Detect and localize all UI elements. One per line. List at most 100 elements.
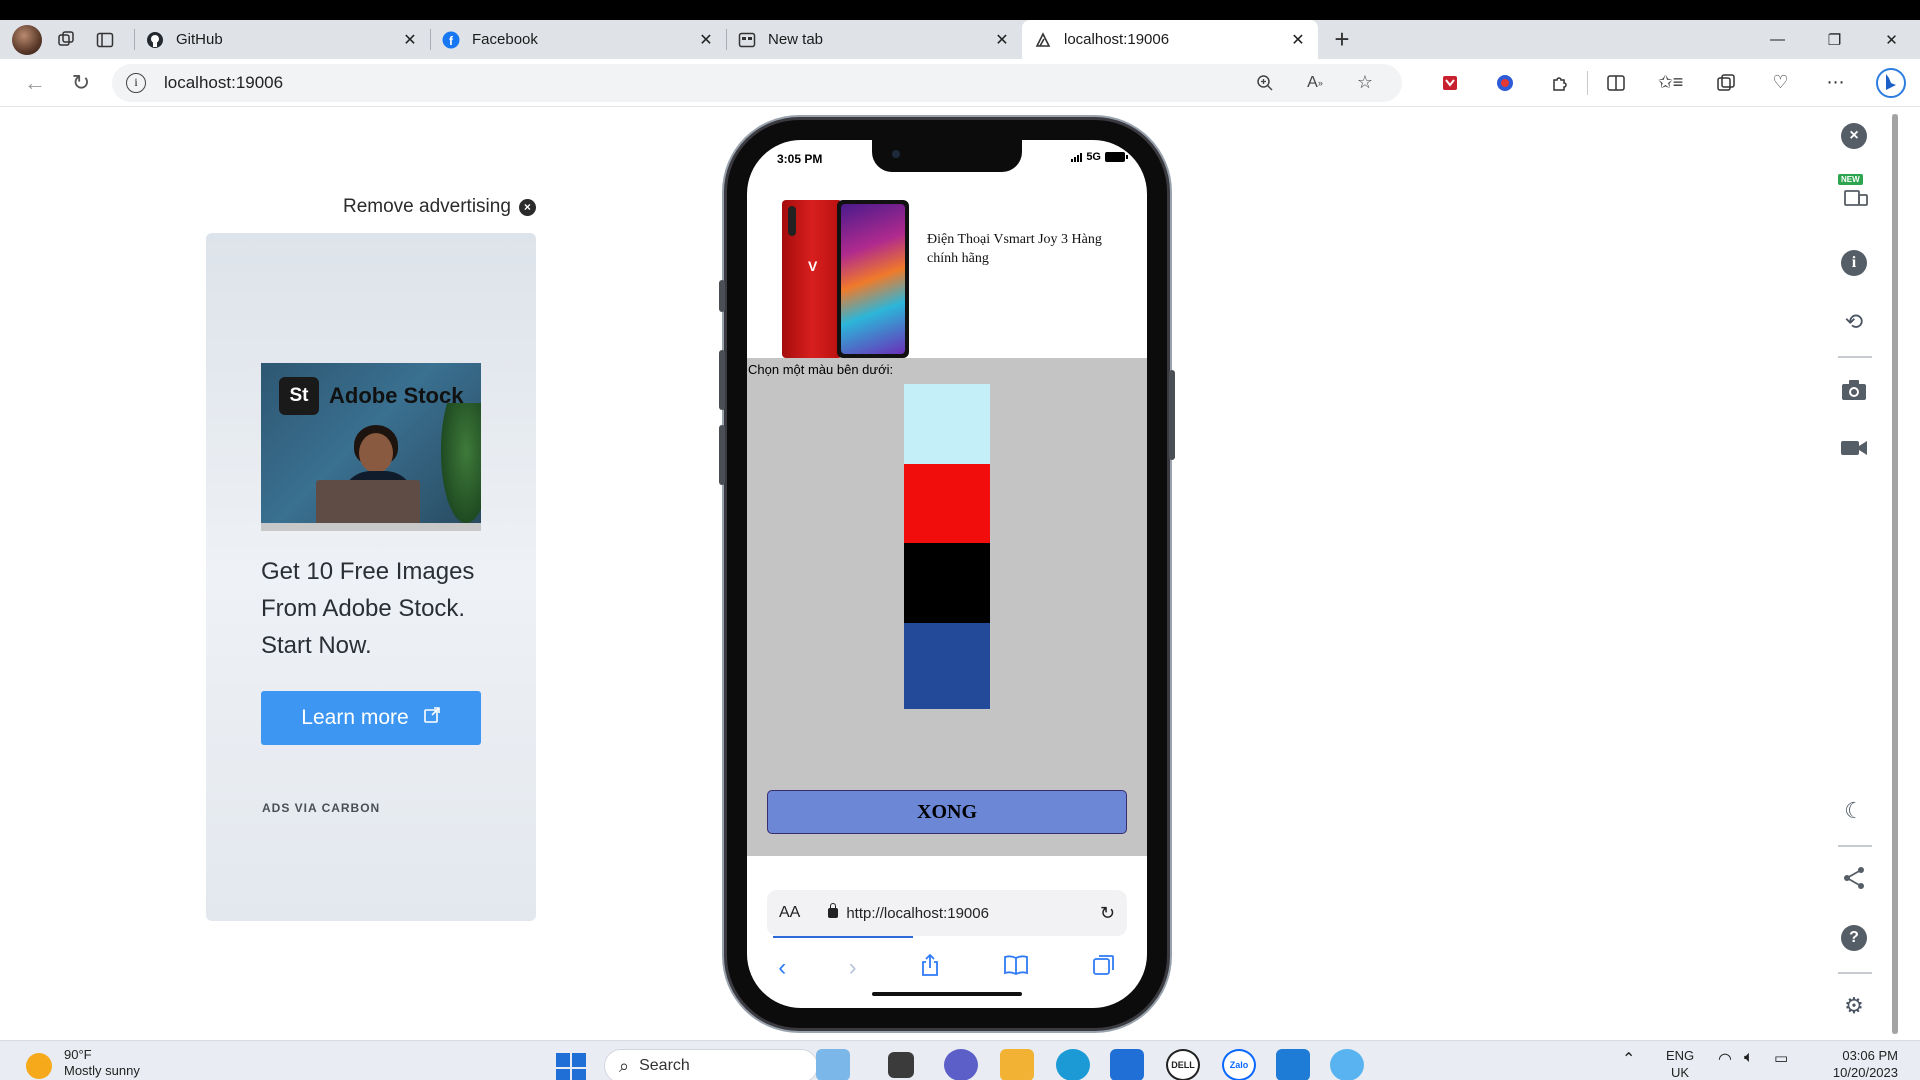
text-size-button[interactable]: AA — [779, 904, 800, 922]
product-image-front — [837, 200, 909, 358]
screenshot-camera-icon[interactable] — [1834, 370, 1874, 410]
newtab-icon — [738, 31, 756, 49]
profile-avatar[interactable] — [12, 24, 42, 55]
close-window-icon[interactable]: ✕ — [1863, 20, 1920, 59]
volume-icon[interactable]: 🔈︎ — [1744, 1049, 1754, 1067]
extensions-puzzle-icon[interactable] — [1532, 65, 1587, 101]
site-info-icon[interactable]: i — [126, 72, 146, 93]
back-icon[interactable]: ← — [12, 65, 58, 101]
task-view-taskbar-icon[interactable] — [888, 1052, 914, 1078]
remove-advertising-link[interactable]: Remove advertising × — [343, 196, 536, 218]
safari-share-icon[interactable] — [919, 953, 941, 984]
settings-gear-icon[interactable]: ⚙ — [1834, 986, 1874, 1026]
tab-facebook[interactable]: f Facebook ✕ — [430, 20, 726, 59]
settings-menu-icon[interactable]: ⋯ — [1808, 65, 1863, 101]
load-progress-bar — [773, 936, 913, 938]
color-swatch-red[interactable] — [904, 464, 990, 550]
ad-headline[interactable]: Get 10 Free Images From Adobe Stock. Sta… — [261, 553, 491, 664]
safari-bookmarks-icon[interactable] — [1003, 954, 1029, 983]
split-screen-icon[interactable] — [1588, 65, 1643, 101]
vscode-taskbar-icon[interactable] — [1276, 1049, 1310, 1080]
ads-via-carbon[interactable]: ADS VIA CARBON — [262, 801, 380, 815]
tab-actions-icon[interactable] — [86, 24, 124, 56]
color-swatch-blue[interactable] — [904, 623, 990, 709]
tab-title: New tab — [768, 31, 824, 48]
new-tab-icon[interactable]: + — [1322, 24, 1362, 56]
learn-more-button[interactable]: Learn more — [261, 691, 481, 745]
lock-icon — [828, 903, 839, 918]
collections-icon[interactable] — [1698, 65, 1753, 101]
taskbar-search[interactable]: ⌕ Search — [604, 1049, 818, 1080]
tab-localhost[interactable]: localhost:19006 ✕ — [1022, 20, 1318, 59]
restore-icon[interactable]: ❐ — [1806, 20, 1863, 59]
page-scrollbar[interactable] — [1892, 114, 1898, 1034]
tab-github[interactable]: GitHub ✕ — [134, 20, 430, 59]
wifi-icon[interactable]: ◠ — [1718, 1049, 1732, 1069]
bing-copilot-icon[interactable] — [1863, 65, 1918, 101]
share-icon[interactable] — [1834, 858, 1874, 898]
safari-forward-icon[interactable]: › — [849, 954, 857, 982]
done-button[interactable]: XONG — [767, 790, 1127, 834]
window-top-strip — [0, 0, 1920, 20]
color-swatch-light-blue[interactable] — [904, 384, 990, 470]
dark-mode-moon-icon[interactable]: ☾ — [1834, 791, 1874, 831]
safari-reload-icon[interactable]: ↻ — [1100, 903, 1115, 924]
product-name: Điện Thoại Vsmart Joy 3 Hàng chính hãng — [927, 232, 1102, 266]
edge-taskbar-icon[interactable] — [1056, 1049, 1090, 1080]
safari-tabs-icon[interactable] — [1092, 953, 1116, 984]
product-image-back: V — [782, 200, 842, 358]
close-circle-icon[interactable]: × — [518, 198, 536, 216]
close-tab-icon[interactable]: ✕ — [400, 30, 420, 50]
info-icon[interactable]: i — [1834, 243, 1874, 283]
close-device-panel-icon[interactable]: × — [1834, 116, 1874, 156]
favorites-icon[interactable]: ✩≡ — [1643, 65, 1698, 101]
learn-more-label: Learn more — [301, 706, 409, 729]
tab-new-tab[interactable]: New tab ✕ — [726, 20, 1022, 59]
file-explorer-taskbar-icon[interactable] — [1000, 1049, 1034, 1080]
close-tab-icon[interactable]: ✕ — [1288, 30, 1308, 50]
weather-temp: 90°F — [64, 1047, 92, 1062]
zalo-taskbar-icon[interactable]: Zalo — [1222, 1049, 1256, 1080]
clock-date: 10/20/2023 — [1832, 1065, 1898, 1080]
battery-icon — [1105, 152, 1128, 162]
reload-icon[interactable]: ↻ — [58, 65, 104, 101]
help-icon[interactable]: ? — [1834, 918, 1874, 958]
color-prompt: Chọn một màu bên dưới: — [748, 362, 894, 377]
taskbar-clock[interactable]: 03:06 PM 10/20/2023 — [1818, 1047, 1898, 1080]
safari-back-icon[interactable]: ‹ — [778, 954, 786, 982]
color-swatch-black[interactable] — [904, 543, 990, 629]
mail-taskbar-icon[interactable] — [1110, 1049, 1144, 1080]
read-aloud-icon[interactable]: A» — [1290, 74, 1340, 92]
close-tab-icon[interactable]: ✕ — [696, 30, 716, 50]
rotate-icon[interactable]: ⟲ — [1834, 302, 1874, 342]
address-bar[interactable]: i localhost:19006 A» ☆ — [112, 63, 1402, 102]
zoom-icon[interactable] — [1240, 74, 1290, 92]
language-indicator[interactable]: ENG UK — [1666, 1047, 1694, 1080]
tab-title: Facebook — [472, 31, 538, 48]
ad-image[interactable]: St Adobe Stock — [261, 363, 481, 531]
close-tab-icon[interactable]: ✕ — [992, 30, 1012, 50]
iphone-device-frame: 3:05 PM 5G V Điện Thoại Vsmart Joy 3 Hàn… — [719, 120, 1175, 1028]
widgets-taskbar-icon[interactable] — [816, 1049, 850, 1080]
app-taskbar-icon[interactable] — [1330, 1049, 1364, 1080]
external-link-icon — [423, 706, 441, 730]
language-code: ENG — [1666, 1048, 1695, 1063]
safari-address-bar[interactable]: AA http://localhost:19006 ↻ — [767, 890, 1127, 936]
record-video-icon[interactable] — [1834, 428, 1874, 468]
safari-url-text[interactable]: http://localhost:19006 — [846, 905, 1100, 922]
weather-widget[interactable]: 90°F Mostly sunny — [26, 1047, 140, 1079]
dell-taskbar-icon[interactable]: DELL — [1166, 1049, 1200, 1080]
extension-shield-icon[interactable] — [1422, 65, 1477, 101]
device-list-icon[interactable]: NEW — [1834, 174, 1874, 216]
browser-essentials-icon[interactable]: ♡ — [1753, 65, 1808, 101]
extension-globe-icon[interactable] — [1477, 65, 1532, 101]
teams-taskbar-icon[interactable] — [944, 1049, 978, 1080]
minimize-icon[interactable]: — — [1749, 20, 1806, 59]
tray-overflow-icon[interactable]: ⌃ — [1622, 1049, 1635, 1069]
battery-tray-icon[interactable]: ▭ — [1774, 1049, 1788, 1067]
windows-start-icon[interactable] — [556, 1053, 586, 1080]
address-text[interactable]: localhost:19006 — [164, 73, 1240, 93]
favorite-star-icon[interactable]: ☆ — [1340, 72, 1390, 93]
workspaces-icon[interactable] — [48, 24, 86, 56]
product-card: V Điện Thoại Vsmart Joy 3 Hàng chính hãn… — [747, 200, 1147, 358]
